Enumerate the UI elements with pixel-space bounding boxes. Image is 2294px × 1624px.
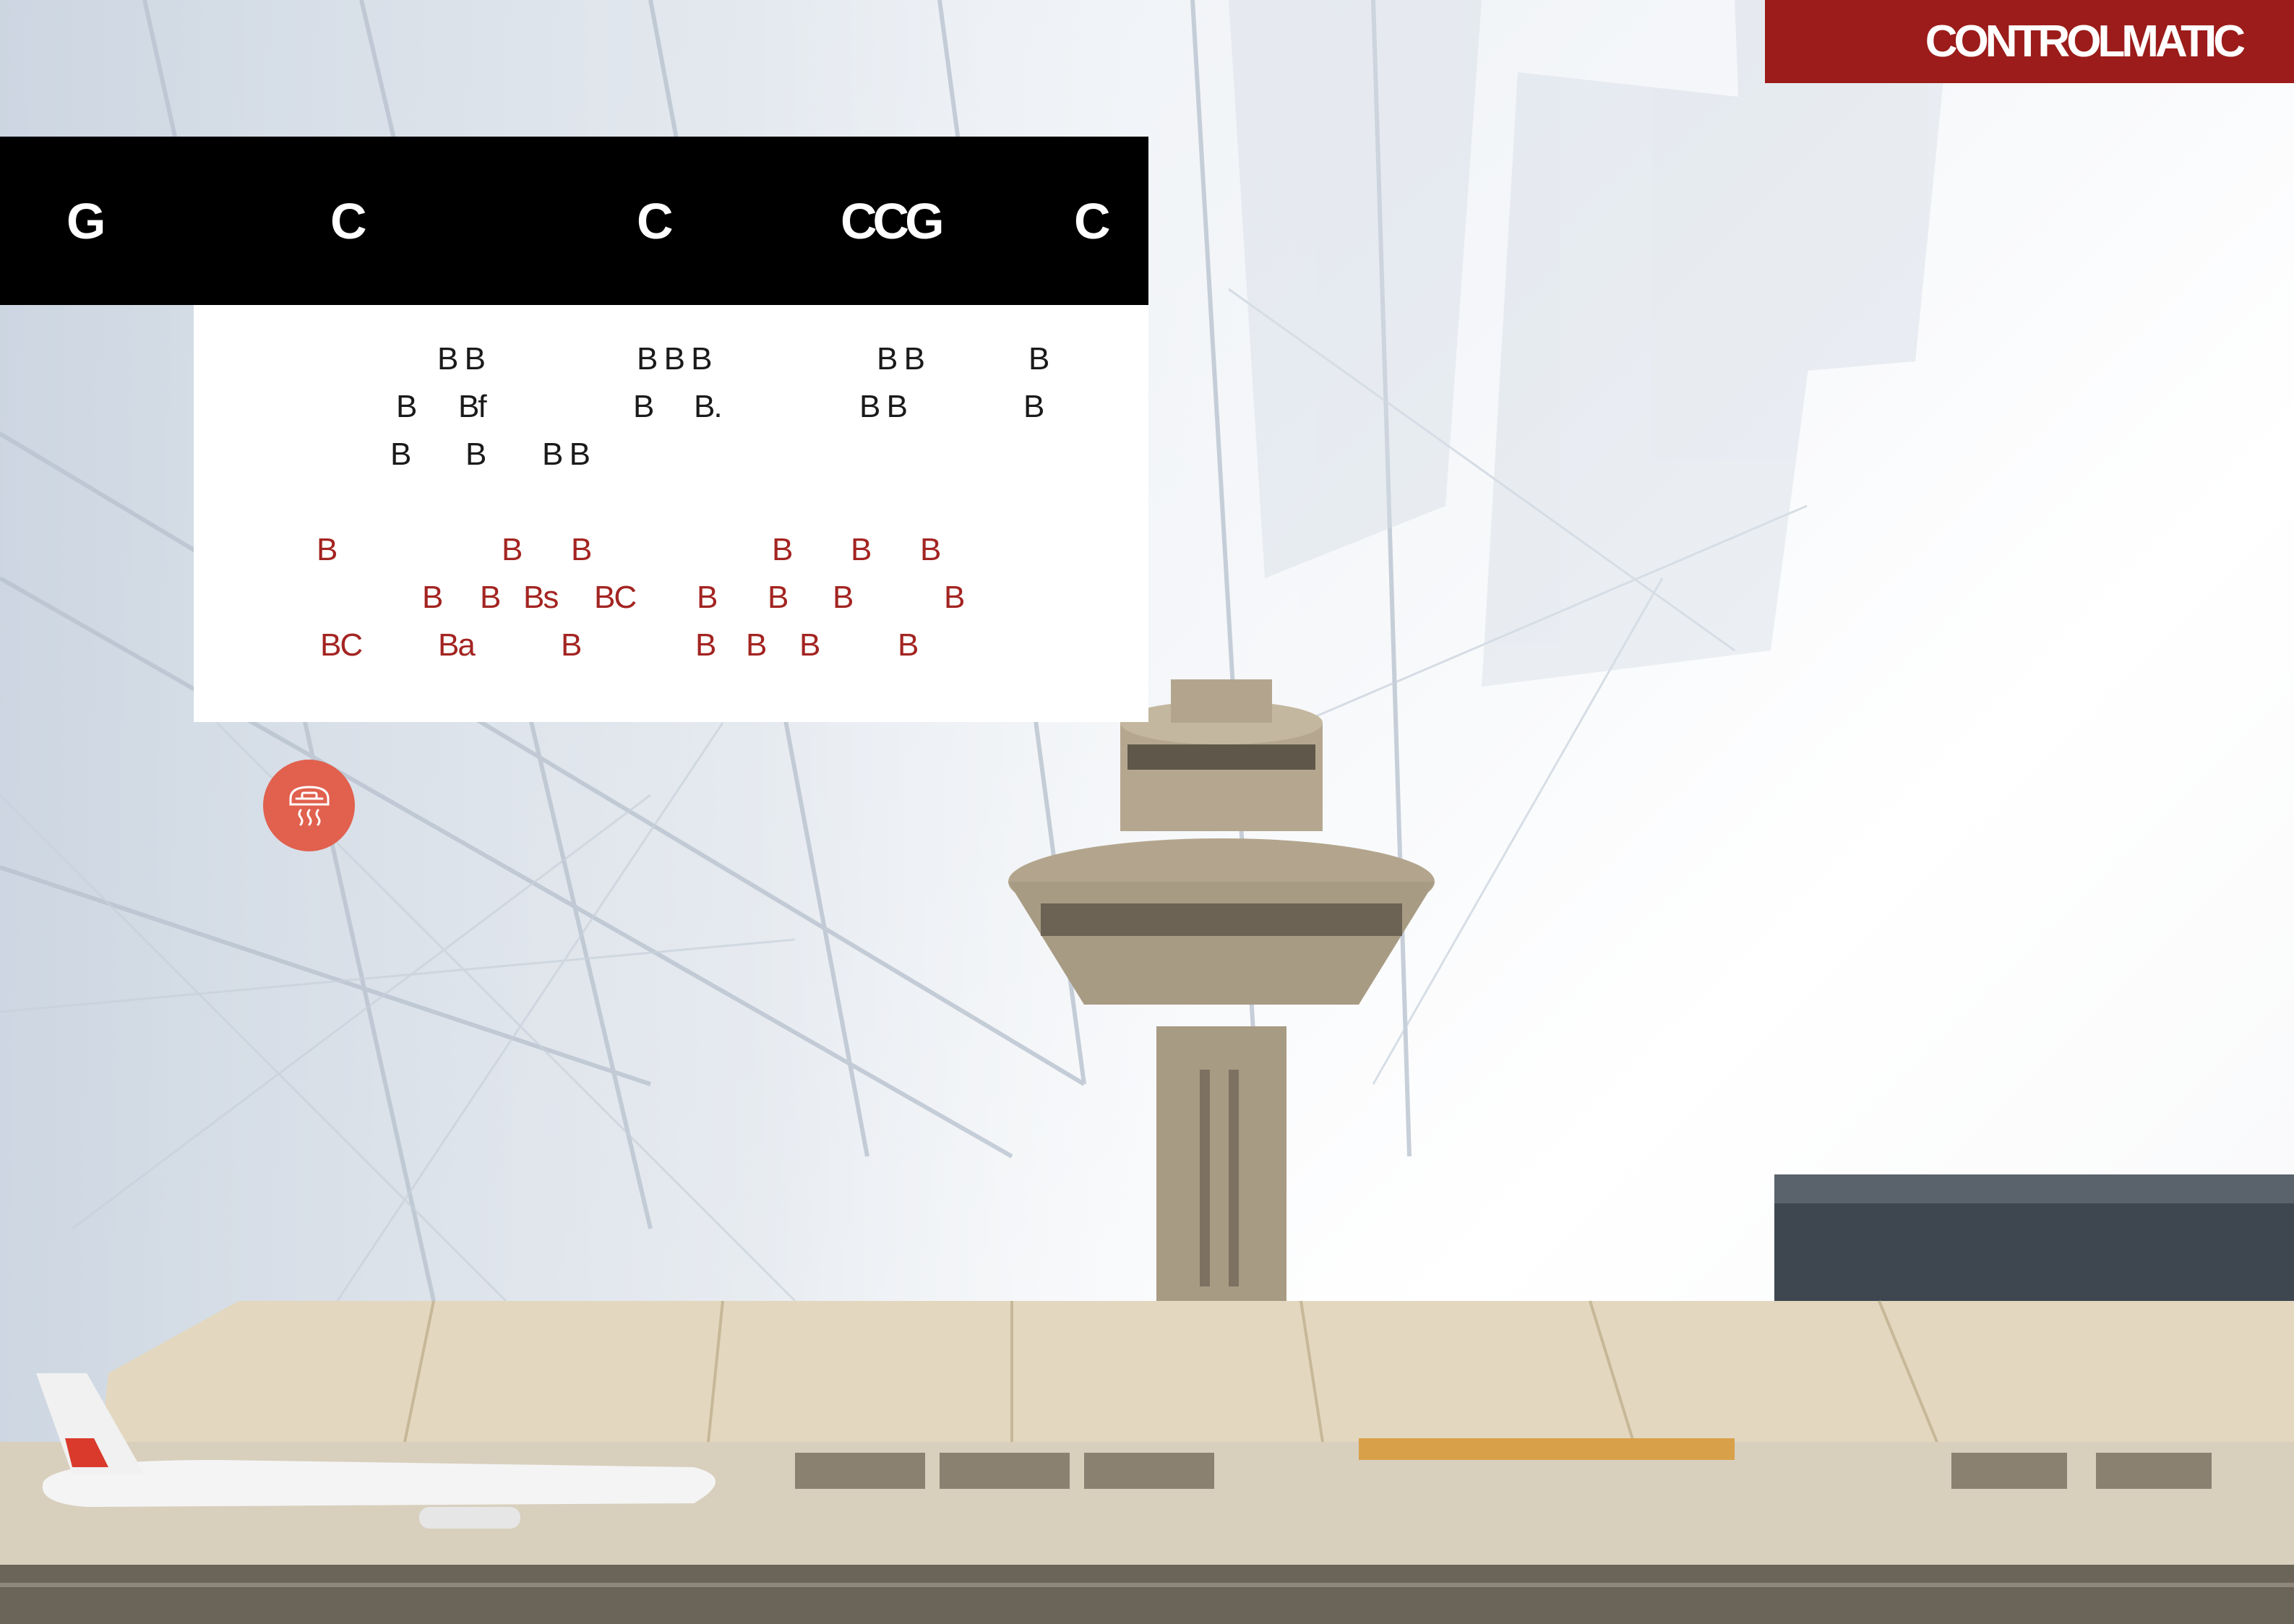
header-column-3: C — [637, 192, 674, 249]
text-token: B B B — [637, 341, 712, 377]
text-token: B — [396, 389, 417, 424]
text-token-red: Ba — [438, 627, 476, 663]
text-token: Bf — [458, 389, 487, 424]
text-token: B — [1023, 389, 1044, 424]
text-token-red: B — [561, 627, 582, 663]
text-token-red: B — [920, 532, 941, 567]
text-token: B. — [694, 389, 723, 424]
text-token-red: B — [768, 580, 789, 615]
header-column-2: C — [330, 192, 367, 249]
text-token-red: B — [422, 580, 443, 615]
text-token: B — [1028, 341, 1049, 377]
text-token-red: B — [697, 580, 718, 615]
text-token-red: BC — [594, 580, 637, 615]
text-token-red: B — [571, 532, 592, 567]
text-token: B — [633, 389, 654, 424]
text-token-red: B — [772, 532, 793, 567]
text-token: B — [390, 437, 411, 472]
text-token: B B — [859, 389, 908, 424]
heater-icon — [289, 785, 329, 825]
header-column-1: G — [66, 192, 106, 249]
text-token: B B — [437, 341, 486, 377]
text-token: B — [465, 437, 486, 472]
content-box: B B B B B B B B B Bf B B. B B B B B B B … — [194, 305, 1148, 722]
text-token-red: B — [480, 580, 501, 615]
text-token-red: B — [317, 532, 338, 567]
text-token-red: B — [944, 580, 965, 615]
text-token-red: B — [898, 627, 919, 663]
text-token-red: B — [502, 532, 523, 567]
text-token-red: B — [799, 627, 820, 663]
text-token: B B — [542, 437, 590, 472]
brand-bar: CONTROLMATIC — [1765, 0, 2294, 83]
text-token: B B — [877, 341, 925, 377]
brand-logo-text: CONTROLMATIC — [1925, 17, 2246, 66]
heater-icon-badge — [263, 760, 355, 851]
text-token-red: B — [833, 580, 854, 615]
text-token-red: Bs — [523, 580, 559, 615]
text-token-red: B — [746, 627, 767, 663]
header-bar: G C C CCG C — [0, 137, 1148, 305]
text-token-red: B — [695, 627, 716, 663]
header-column-5: C — [1074, 192, 1111, 249]
text-token-red: B — [851, 532, 872, 567]
header-column-4: CCG — [841, 192, 945, 249]
text-token-red: BC — [320, 627, 363, 663]
